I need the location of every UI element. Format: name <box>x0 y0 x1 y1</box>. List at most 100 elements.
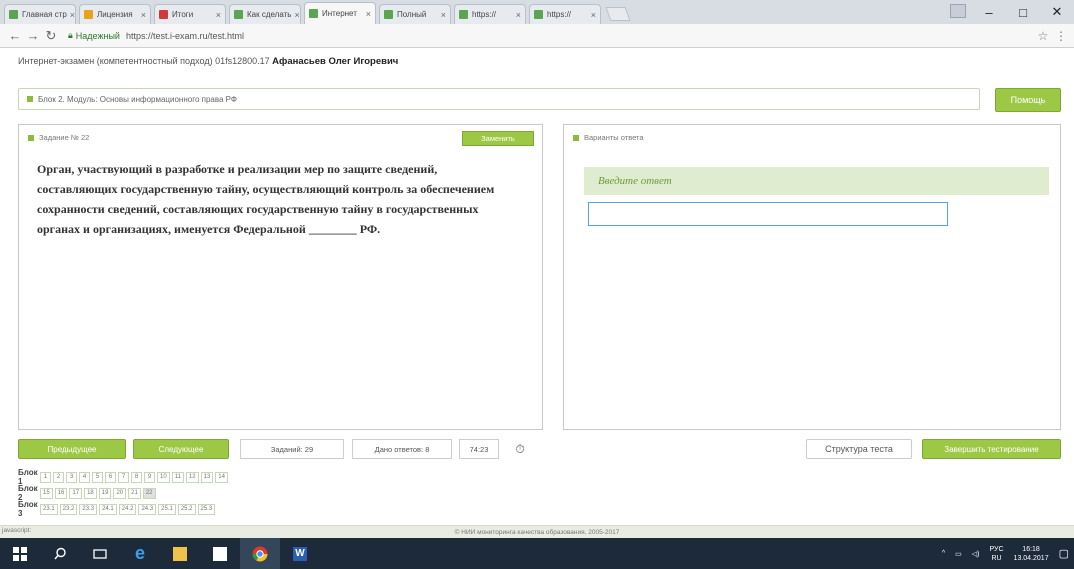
task-link[interactable]: 12 <box>185 471 199 483</box>
timer-icon[interactable]: ⏱ <box>506 439 534 459</box>
profile-icon[interactable] <box>950 4 966 18</box>
task-link[interactable]: 23.2 <box>59 503 78 515</box>
mark-task-button[interactable]: Заменить <box>462 131 534 146</box>
task-link[interactable]: 7 <box>118 471 129 483</box>
task-link[interactable]: 25.1 <box>158 503 176 515</box>
task-link[interactable]: 14 <box>215 471 228 483</box>
tab-close-icon[interactable]: × <box>67 10 75 20</box>
url-input[interactable]: 🔒︎ Надежный https://test.i-exam.ru/test.… <box>64 27 1032 45</box>
tasks-count: Заданий: 29 <box>240 439 344 459</box>
task-link[interactable]: 22 <box>142 487 156 499</box>
task-link[interactable]: 25.3 <box>197 503 216 515</box>
task-view-icon[interactable] <box>80 538 120 569</box>
minimize-icon[interactable]: – <box>972 5 1006 20</box>
back-icon[interactable]: ← <box>6 28 24 43</box>
browser-tab[interactable]: Итоги × <box>154 4 226 24</box>
tab-close-icon[interactable]: × <box>588 10 596 20</box>
maximize-icon[interactable]: □ <box>1006 5 1040 20</box>
tab-favicon-icon <box>534 10 543 19</box>
tab-favicon-icon <box>234 10 243 19</box>
search-icon[interactable] <box>40 538 80 569</box>
tab-close-icon[interactable]: × <box>363 9 371 19</box>
answer-header-label: Варианты ответа <box>584 133 644 142</box>
task-link[interactable]: 21 <box>128 487 141 499</box>
tab-label: Полный <box>397 10 427 19</box>
task-navigator: Блок 1 1 2 3 4 5 6 7 8 9 10 11 12 13 14 Блок 2 15 16 17 18 1… <box>18 468 230 518</box>
task-link[interactable]: 24.2 <box>118 503 137 515</box>
word-icon[interactable]: W <box>280 538 320 569</box>
store-icon[interactable] <box>200 538 240 569</box>
task-link[interactable]: 6 <box>105 471 116 483</box>
task-link[interactable]: 19 <box>98 487 112 499</box>
question-text: Орган, участвующий в разработке и реализ… <box>37 162 495 236</box>
browser-tab[interactable]: Полный × <box>379 4 451 24</box>
tab-favicon-icon <box>459 10 468 19</box>
chevron-up-icon[interactable]: ^ <box>942 550 945 557</box>
task-link[interactable]: 20 <box>113 487 127 499</box>
new-tab-button[interactable] <box>605 7 631 21</box>
network-icon[interactable]: ▭ <box>955 550 962 558</box>
clock[interactable]: 16:18 13.04.2017 <box>1014 545 1049 563</box>
task-link[interactable]: 24.3 <box>138 503 157 515</box>
browser-tab[interactable]: Интернет × <box>304 2 376 24</box>
previous-label: Предыдущее <box>47 444 97 454</box>
task-link[interactable]: 25.2 <box>177 503 196 515</box>
timer: 74:23 <box>459 439 499 459</box>
tab-favicon-icon <box>9 10 18 19</box>
language-bottom: RU <box>991 554 1002 562</box>
task-link[interactable]: 23.3 <box>79 503 98 515</box>
task-link[interactable]: 10 <box>157 471 170 483</box>
next-button[interactable]: Следующее <box>133 439 229 459</box>
task-link[interactable]: 11 <box>171 471 184 483</box>
tab-close-icon[interactable]: × <box>438 10 446 20</box>
volume-icon[interactable]: ◁) <box>972 550 980 558</box>
tab-label: Лицензия <box>97 10 133 19</box>
task-link[interactable]: 17 <box>69 487 83 499</box>
url-text: https://test.i-exam.ru/test.html <box>125 30 244 41</box>
task-link[interactable]: 13 <box>200 471 214 483</box>
language-indicator[interactable]: РУС RU <box>990 545 1004 563</box>
task-link[interactable]: 24.1 <box>99 503 117 515</box>
edge-icon[interactable]: e <box>120 538 160 569</box>
start-icon[interactable] <box>0 538 40 569</box>
browser-tab[interactable]: Лицензия × <box>79 4 151 24</box>
task-link[interactable]: 16 <box>54 487 68 499</box>
forward-icon[interactable]: → <box>24 28 42 43</box>
task-link[interactable]: 5 <box>92 471 103 483</box>
browser-tab[interactable]: https:// × <box>529 4 601 24</box>
tab-label: Интернет <box>322 9 357 18</box>
tab-close-icon[interactable]: × <box>513 10 521 20</box>
lock-icon: 🔒︎ <box>68 30 73 40</box>
browser-tab[interactable]: Как сделать × <box>229 4 301 24</box>
task-link[interactable]: 8 <box>131 471 142 483</box>
task-link[interactable]: 1 <box>40 471 51 483</box>
explorer-icon[interactable] <box>160 538 200 569</box>
browser-tab[interactable]: Главная стр × <box>4 4 76 24</box>
notifications-icon[interactable]: ▢ <box>1059 547 1069 560</box>
tab-label: https:// <box>547 10 572 19</box>
previous-button[interactable]: Предыдущее <box>18 439 126 459</box>
answer-input[interactable] <box>588 202 948 226</box>
block-row: Блок 2 15 16 17 18 19 20 21 22 <box>18 484 230 502</box>
tab-close-icon[interactable]: × <box>291 10 299 20</box>
task-link[interactable]: 4 <box>79 471 90 483</box>
task-link[interactable]: 3 <box>66 471 77 483</box>
help-button[interactable]: Помощь <box>995 88 1061 112</box>
task-link[interactable]: 2 <box>53 471 64 483</box>
chrome-icon[interactable] <box>240 538 280 569</box>
reload-icon[interactable]: ↻ <box>42 28 60 44</box>
task-link[interactable]: 9 <box>144 471 155 483</box>
browser-tab[interactable]: https:// × <box>454 4 526 24</box>
bookmark-star-icon[interactable]: ☆ <box>1032 29 1054 43</box>
test-structure-button[interactable]: Структура теста <box>806 439 912 459</box>
menu-icon[interactable]: ⋮ <box>1054 29 1068 43</box>
task-link[interactable]: 23.1 <box>40 503 58 515</box>
tab-close-icon[interactable]: × <box>213 10 221 20</box>
task-link[interactable]: 18 <box>84 487 97 499</box>
clock-date: 13.04.2017 <box>1013 554 1049 562</box>
tab-close-icon[interactable]: × <box>138 10 146 20</box>
finish-test-button[interactable]: Завершить тестирование <box>922 439 1061 459</box>
exam-title: Интернет-экзамен (компетентностный подхо… <box>18 56 270 66</box>
close-icon[interactable]: ✕ <box>1040 4 1074 20</box>
task-link[interactable]: 15 <box>40 487 53 499</box>
